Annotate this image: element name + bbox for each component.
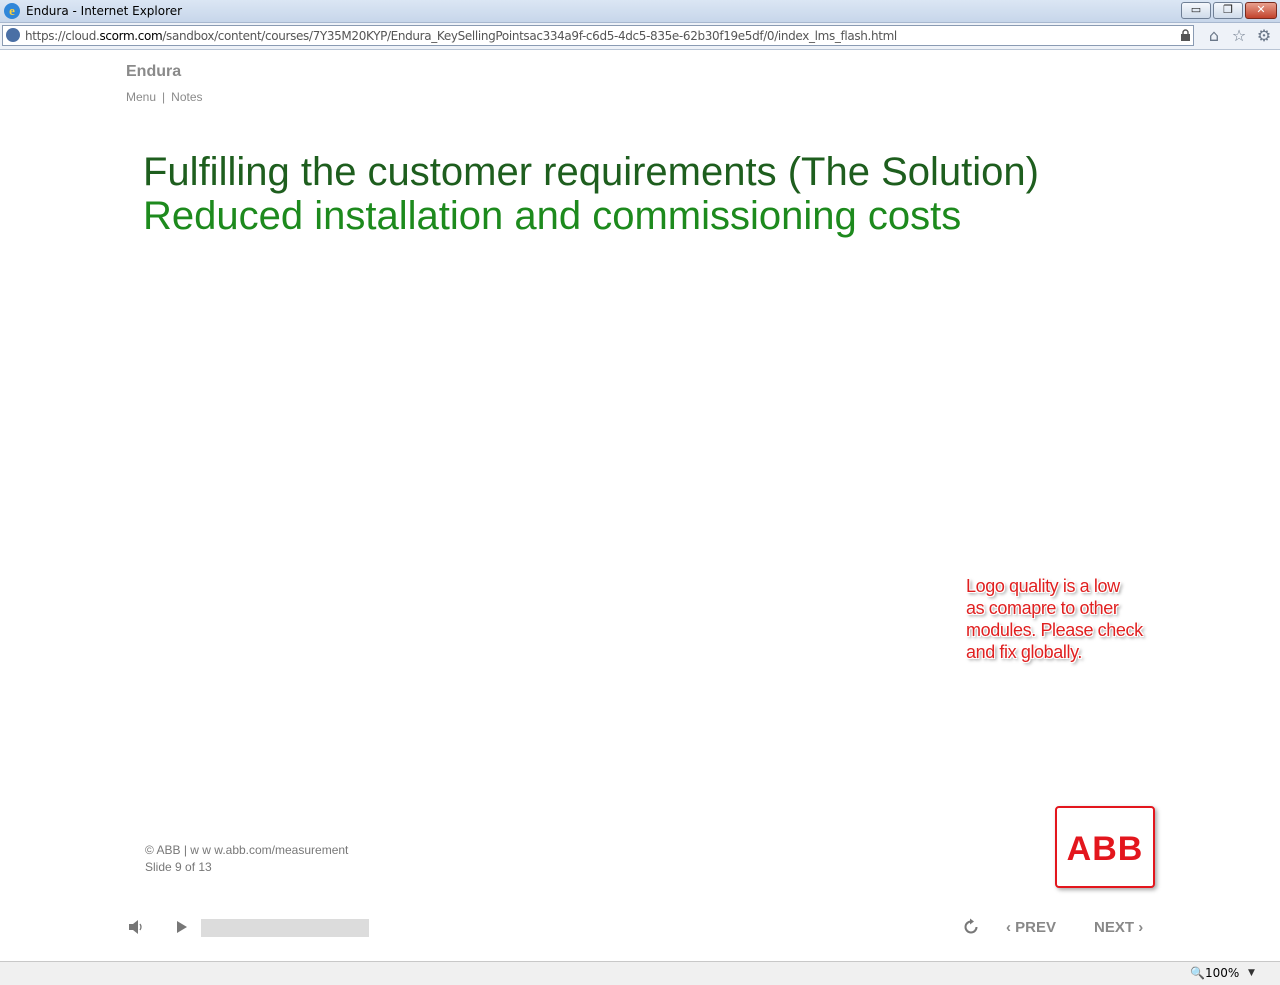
slide-subheading: Reduced installation and commissioning c… xyxy=(143,194,962,238)
minimize-button[interactable]: ▭ xyxy=(1181,2,1211,19)
settings-icon[interactable]: ⚙ xyxy=(1255,27,1273,45)
review-note: Logo quality is a low as comapre to othe… xyxy=(966,575,1186,663)
next-button[interactable]: NEXT › xyxy=(1094,918,1143,938)
chevron-left-icon: ‹ xyxy=(1006,919,1011,936)
zoom-dropdown-icon[interactable]: ▼ xyxy=(1248,965,1255,981)
review-note-line: modules. Please check xyxy=(966,620,1143,640)
chevron-right-icon: › xyxy=(1138,919,1144,936)
lock-icon[interactable] xyxy=(1180,29,1191,41)
address-bar: https://cloud.scorm.com/sandbox/content/… xyxy=(0,23,1280,50)
restore-button[interactable]: ❐ xyxy=(1213,2,1243,19)
volume-icon[interactable] xyxy=(128,919,146,935)
abb-logo-box: ABB xyxy=(1055,806,1155,888)
url-path: /sandbox/content/courses/7Y35M20KYP/Endu… xyxy=(162,29,897,43)
slide-counter: Slide 9 of 13 xyxy=(145,860,212,874)
zoom-level: 100% xyxy=(1204,966,1240,980)
review-note-line: Logo quality is a low xyxy=(966,576,1120,596)
favorites-icon[interactable]: ☆ xyxy=(1230,27,1248,45)
page-icon xyxy=(6,28,20,42)
home-icon[interactable]: ⌂ xyxy=(1205,27,1223,45)
next-label: NEXT xyxy=(1094,919,1135,936)
internet-explorer-icon: e xyxy=(4,3,20,19)
zoom-control[interactable]: 🔍100% xyxy=(1190,965,1239,981)
abb-logo: ABB xyxy=(1066,830,1144,868)
title-bar: e Endura - Internet Explorer ▭ ❐ ✕ xyxy=(0,0,1280,23)
review-note-line: as comapre to other xyxy=(966,598,1119,618)
progress-bar[interactable] xyxy=(201,919,369,937)
review-note-line: and fix globally. xyxy=(966,642,1082,662)
copyright-text: © ABB | w w w.abb.com/measurement xyxy=(145,843,349,857)
prev-label: PREV xyxy=(1015,919,1057,936)
close-button[interactable]: ✕ xyxy=(1245,2,1277,19)
url-prefix: https://cloud. xyxy=(25,29,100,43)
nav-separator: | xyxy=(162,90,166,104)
menu-link[interactable]: Menu xyxy=(126,90,156,104)
url-text[interactable]: https://cloud.scorm.com/sandbox/content/… xyxy=(25,29,897,43)
course-title: Endura xyxy=(126,63,182,80)
slide-heading: Fulfilling the customer requirements (Th… xyxy=(143,150,1039,194)
window-title: Endura - Internet Explorer xyxy=(26,4,183,18)
status-bar: 🔍100% ▼ xyxy=(0,961,1280,985)
url-field[interactable]: https://cloud.scorm.com/sandbox/content/… xyxy=(2,25,1194,46)
notes-link[interactable]: Notes xyxy=(171,90,202,104)
prev-button[interactable]: ‹ PREV xyxy=(1006,918,1056,938)
play-icon[interactable] xyxy=(175,919,189,935)
slide-footer: © ABB | w w w.abb.com/measurement Slide … xyxy=(145,842,348,876)
url-domain: scorm.com xyxy=(99,29,163,43)
player-nav: Menu | Notes xyxy=(126,89,203,105)
zoom-icon: 🔍 xyxy=(1190,966,1205,980)
replay-icon[interactable] xyxy=(962,918,980,936)
